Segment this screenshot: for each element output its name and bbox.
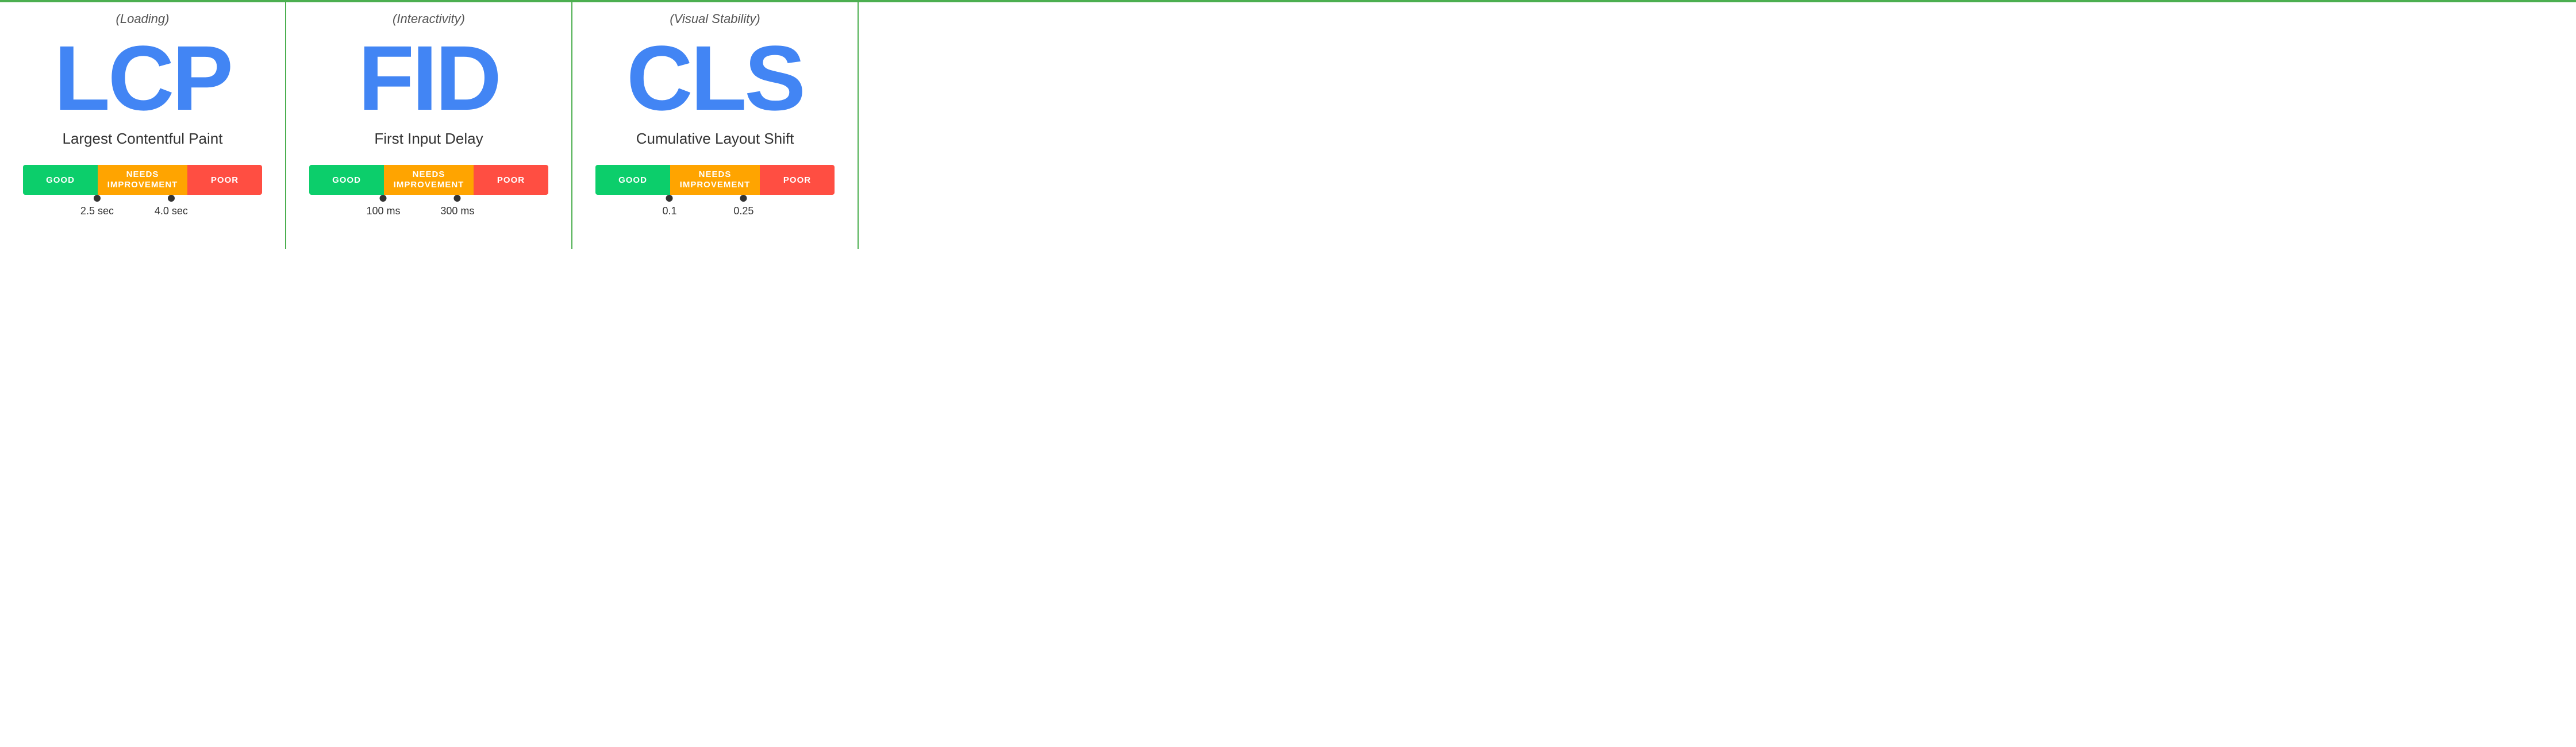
fid-panel: (Interactivity) FID First Input Delay GO… (286, 0, 572, 249)
cls-bar-needs: NEEDSIMPROVEMENT (670, 165, 760, 195)
cls-bar-good: GOOD (595, 165, 670, 195)
fid-marker-1: 100 ms (366, 195, 400, 217)
lcp-marker-2-dot (168, 195, 175, 202)
lcp-marker-1: 2.5 sec (80, 195, 114, 217)
cls-marker-1-label: 0.1 (662, 205, 676, 217)
fid-marker-2: 300 ms (440, 195, 474, 217)
fid-bar-good: GOOD (309, 165, 384, 195)
cls-markers: 0.1 0.25 (595, 195, 835, 218)
lcp-acronym: LCP (54, 32, 231, 124)
cls-panel: (Visual Stability) CLS Cumulative Layout… (572, 0, 859, 249)
fid-markers: 100 ms 300 ms (309, 195, 548, 218)
lcp-marker-2-label: 4.0 sec (155, 205, 188, 217)
fid-fullname: First Input Delay (374, 130, 483, 148)
cls-bar-poor: POOR (760, 165, 835, 195)
cls-marker-2-label: 0.25 (733, 205, 753, 217)
cls-bar-container: GOOD NEEDSIMPROVEMENT POOR 0.1 0.25 (595, 165, 835, 218)
lcp-bar: GOOD NEEDSIMPROVEMENT POOR (23, 165, 262, 195)
fid-marker-2-label: 300 ms (440, 205, 474, 217)
cls-marker-2-dot (740, 195, 747, 202)
cls-acronym: CLS (626, 32, 803, 124)
lcp-bar-needs: NEEDSIMPROVEMENT (98, 165, 187, 195)
cls-marker-1: 0.1 (662, 195, 676, 217)
cls-fullname: Cumulative Layout Shift (636, 130, 794, 148)
fid-subtitle: (Interactivity) (393, 11, 465, 26)
lcp-subtitle: (Loading) (116, 11, 170, 26)
lcp-marker-2: 4.0 sec (155, 195, 188, 217)
lcp-fullname: Largest Contentful Paint (63, 130, 223, 148)
cls-marker-2: 0.25 (733, 195, 753, 217)
fid-bar: GOOD NEEDSIMPROVEMENT POOR (309, 165, 548, 195)
fid-marker-1-label: 100 ms (366, 205, 400, 217)
lcp-markers: 2.5 sec 4.0 sec (23, 195, 262, 218)
cls-bar: GOOD NEEDSIMPROVEMENT POOR (595, 165, 835, 195)
lcp-bar-poor: POOR (187, 165, 262, 195)
lcp-panel: (Loading) LCP Largest Contentful Paint G… (0, 0, 286, 249)
fid-bar-needs: NEEDSIMPROVEMENT (384, 165, 474, 195)
cls-marker-1-dot (666, 195, 673, 202)
lcp-bar-container: GOOD NEEDSIMPROVEMENT POOR 2.5 sec 4.0 s… (23, 165, 262, 218)
fid-bar-poor: POOR (474, 165, 548, 195)
fid-marker-2-dot (454, 195, 461, 202)
cls-subtitle: (Visual Stability) (670, 11, 760, 26)
lcp-marker-1-dot (94, 195, 101, 202)
fid-bar-container: GOOD NEEDSIMPROVEMENT POOR 100 ms 300 ms (309, 165, 548, 218)
fid-marker-1-dot (380, 195, 387, 202)
lcp-marker-1-label: 2.5 sec (80, 205, 114, 217)
fid-acronym: FID (358, 32, 499, 124)
lcp-bar-good: GOOD (23, 165, 98, 195)
